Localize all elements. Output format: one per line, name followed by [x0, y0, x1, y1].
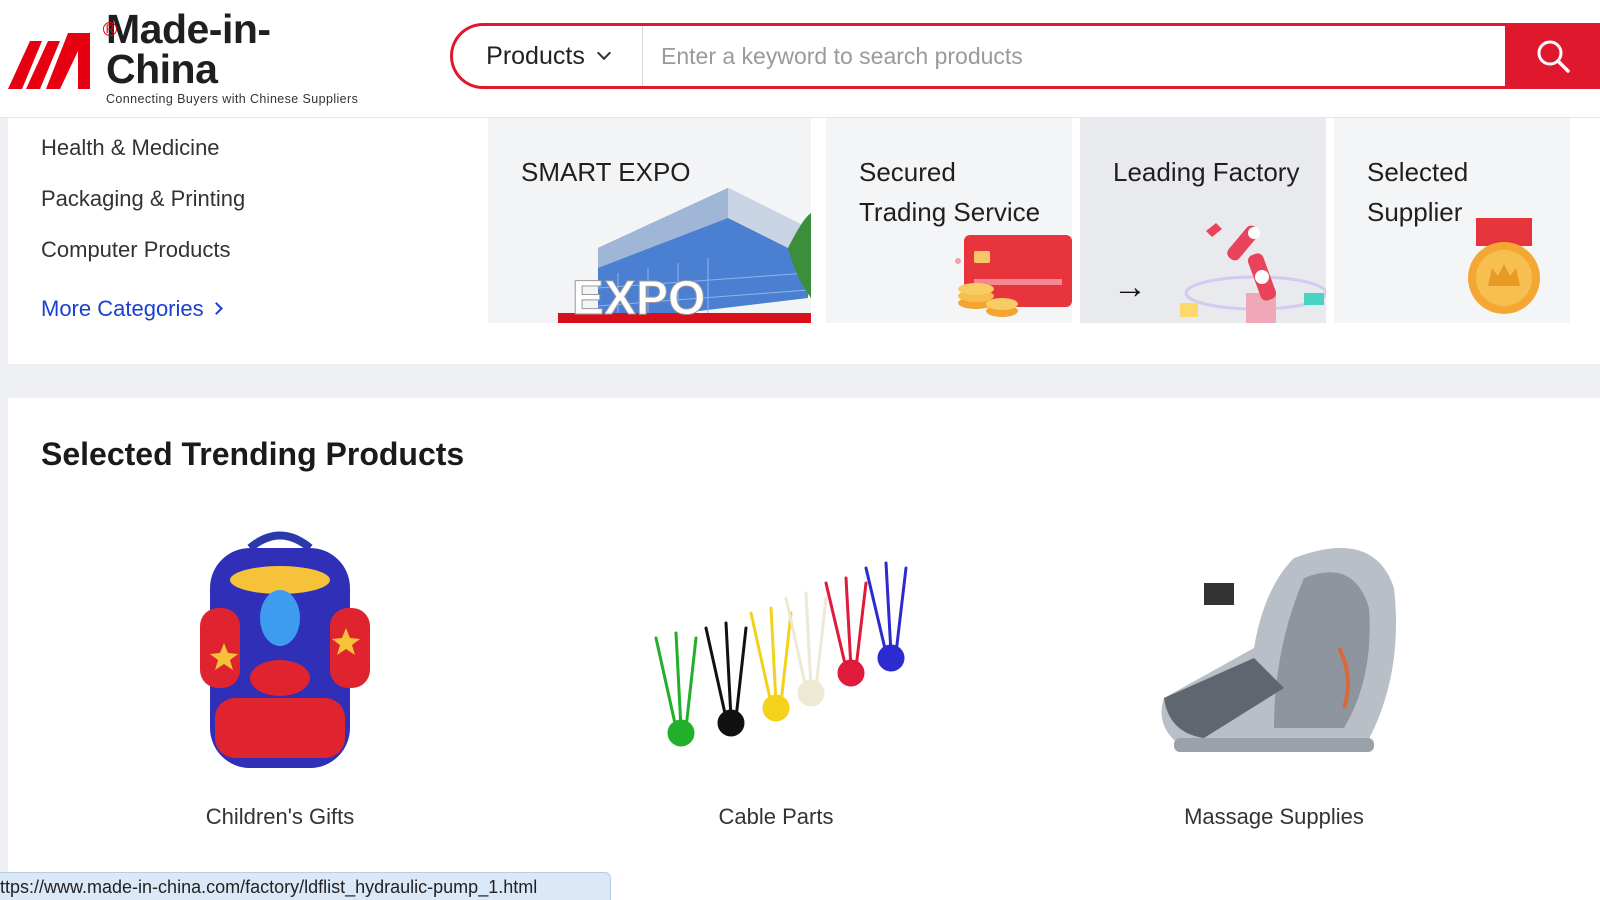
- registered-mark: R: [103, 22, 117, 36]
- leading-factory-card[interactable]: Leading Factory →: [1080, 118, 1326, 323]
- more-categories-label: More Categories: [41, 295, 204, 321]
- site-header: R Made-in-China Connecting Buyers with C…: [0, 0, 1600, 118]
- svg-text:EXPO: EXPO: [572, 272, 705, 323]
- browser-status-bar: https://www.made-in-china.com/factory/ld…: [0, 872, 611, 900]
- product-label: Cable Parts: [718, 804, 834, 829]
- selected-supplier-card[interactable]: Selected Supplier: [1334, 118, 1570, 323]
- site-logo[interactable]: R Made-in-China Connecting Buyers with C…: [8, 8, 368, 106]
- status-url: https://www.made-in-china.com/factory/ld…: [0, 877, 538, 897]
- more-categories-link[interactable]: More Categories: [41, 283, 245, 334]
- trending-products-section: Selected Trending Products Children's Gi…: [8, 398, 1600, 900]
- top-panel: Health & Medicine Packaging & Printing C…: [8, 118, 1600, 364]
- product-childrens-gifts[interactable]: Children's Gifts: [130, 528, 430, 830]
- massage-chair-image: [1161, 548, 1396, 752]
- brand-name: Made-in-China: [106, 5, 271, 92]
- secured-trading-title: Secured Trading Service: [859, 157, 1041, 227]
- chevron-right-icon: [209, 302, 223, 315]
- search-icon: [1537, 40, 1570, 73]
- chevron-down-icon: [596, 45, 611, 61]
- product-cable-parts[interactable]: Cable Parts: [626, 528, 926, 830]
- product-label: Massage Supplies: [1184, 804, 1364, 829]
- smart-expo-card[interactable]: SMART EXPO EXPO: [488, 118, 811, 323]
- leading-factory-title: Leading Factory: [1113, 157, 1300, 187]
- made-in-china-logo-mark: [8, 33, 90, 89]
- search-category-dropdown[interactable]: Products: [453, 26, 643, 86]
- product-label: Children's Gifts: [205, 804, 355, 829]
- search-button[interactable]: [1505, 23, 1600, 89]
- brand-tagline: Connecting Buyers with Chinese Suppliers: [106, 91, 359, 106]
- section-title: Selected Trending Products: [41, 436, 465, 472]
- expo-building-image: EXPO: [558, 188, 811, 323]
- arrow-right-icon: →: [1113, 268, 1147, 306]
- secured-trading-service-card[interactable]: Secured Trading Service: [826, 118, 1072, 323]
- cable-ties-image: [654, 561, 908, 747]
- category-list: Health & Medicine Packaging & Printing C…: [41, 130, 245, 334]
- credit-card-coins-image: [955, 235, 1072, 317]
- robot-arm-image: [1180, 223, 1326, 323]
- smart-expo-title: SMART EXPO: [521, 157, 691, 187]
- product-massage-supplies[interactable]: Massage Supplies: [1124, 528, 1424, 830]
- selected-supplier-title: Selected Supplier: [1367, 157, 1469, 227]
- search-category-label: Products: [486, 41, 585, 70]
- search-bar: Products: [450, 23, 1600, 89]
- medal-icon: [1468, 218, 1540, 314]
- category-item-health-medicine[interactable]: Health & Medicine: [41, 130, 245, 181]
- category-item-computer-products[interactable]: Computer Products: [41, 232, 245, 283]
- category-item-packaging-printing[interactable]: Packaging & Printing: [41, 181, 245, 232]
- search-input[interactable]: [643, 26, 1532, 86]
- backpack-image: [200, 531, 370, 768]
